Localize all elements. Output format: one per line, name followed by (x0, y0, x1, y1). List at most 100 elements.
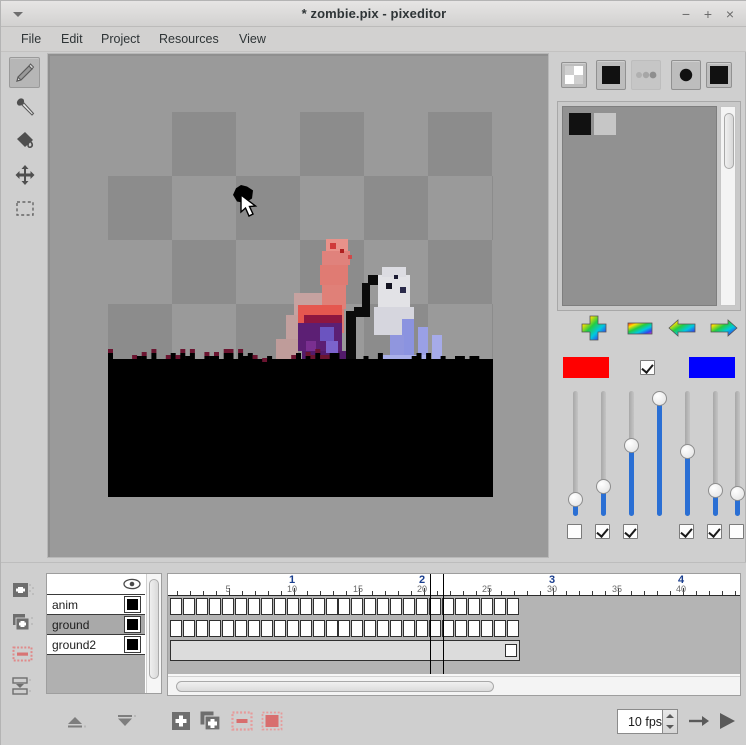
timeline-frame-cell[interactable] (377, 620, 389, 637)
timeline-frame-cell[interactable] (481, 598, 493, 615)
timeline-frame-cell[interactable] (222, 598, 234, 615)
timeline-frame-cell[interactable] (196, 598, 208, 615)
mixer-slider-7-checkbox[interactable] (729, 524, 744, 539)
layer-row-anim[interactable]: anim (47, 595, 145, 615)
foreground-color-button[interactable] (596, 60, 626, 90)
layer-row-ground[interactable]: ground (47, 615, 145, 635)
layer-color-swatch[interactable] (124, 636, 141, 653)
timeline-row-ground[interactable] (170, 618, 520, 639)
timeline-frame-cell[interactable] (364, 620, 376, 637)
timeline-frame-cell[interactable] (455, 598, 467, 615)
layer-list-scrollbar[interactable] (146, 574, 161, 693)
timeline-ruler[interactable]: 5 10 15 20 25 30 35 40 1 2 3 4 (168, 574, 740, 596)
timeline-frame-cell[interactable] (468, 598, 480, 615)
select-tool[interactable] (9, 193, 40, 224)
slider-handle[interactable] (708, 483, 723, 498)
timeline-frame-cell[interactable] (338, 598, 350, 615)
mixer-slider-6-checkbox[interactable] (707, 524, 722, 539)
add-layer-button[interactable] (11, 579, 37, 601)
timeline-frame-cell[interactable] (261, 598, 273, 615)
timeline-frame-cell[interactable] (300, 598, 312, 615)
timeline-frame-cell[interactable] (183, 598, 195, 615)
edit-color-button[interactable] (619, 313, 661, 343)
timeline-frame-cell[interactable] (494, 598, 506, 615)
timeline-frame-cell[interactable] (300, 620, 312, 637)
remove-frame-button[interactable] (228, 707, 256, 735)
add-frame-button[interactable] (167, 707, 195, 735)
mixer-slider-2-checkbox[interactable] (595, 524, 610, 539)
timeline-frame-cell[interactable] (170, 620, 182, 637)
menu-resources[interactable]: Resources (151, 27, 227, 52)
timeline-frame-cell[interactable] (416, 598, 428, 615)
timeline-panel[interactable]: 5 10 15 20 25 30 35 40 1 2 3 4 (167, 573, 741, 696)
mixer-slider-5[interactable] (675, 391, 699, 516)
timeline-frame-cell[interactable] (248, 598, 260, 615)
timeline-frame-cell[interactable] (209, 620, 221, 637)
timeline-frame-cell[interactable] (170, 598, 182, 615)
stepper-up-icon[interactable] (666, 713, 674, 718)
timeline-frame-cell[interactable] (261, 620, 273, 637)
maximize-button[interactable]: + (699, 5, 717, 23)
menu-file[interactable]: File (13, 27, 49, 52)
timeline-tracks[interactable] (168, 596, 740, 674)
menu-project[interactable]: Project (93, 27, 148, 52)
gradient-end-swatch[interactable] (689, 357, 735, 378)
eye-visibility-icon[interactable] (123, 578, 141, 590)
gradient-link-checkbox[interactable] (640, 360, 655, 375)
mixer-slider-3[interactable] (619, 391, 643, 516)
pencil-tool[interactable] (9, 57, 40, 88)
timeline-frame-cell[interactable] (287, 620, 299, 637)
mixer-slider-2[interactable] (591, 391, 615, 516)
palette-swatch-black[interactable] (569, 113, 591, 135)
menu-edit[interactable]: Edit (53, 27, 91, 52)
mixer-slider-1-checkbox[interactable] (567, 524, 582, 539)
duplicate-layer-button[interactable] (11, 611, 37, 633)
timeline-frame-cell[interactable] (507, 598, 519, 615)
slider-handle[interactable] (624, 438, 639, 453)
timeline-track-end-handle[interactable] (505, 644, 517, 657)
timeline-playhead[interactable] (443, 574, 444, 674)
minimize-button[interactable]: − (677, 5, 695, 23)
move-color-left-button[interactable] (661, 313, 703, 343)
layer-color-swatch[interactable] (124, 616, 141, 633)
timeline-frame-cell[interactable] (364, 598, 376, 615)
timeline-frame-cell[interactable] (351, 620, 363, 637)
timeline-frame-cell[interactable] (274, 620, 286, 637)
timeline-frame-cell[interactable] (274, 598, 286, 615)
canvas-viewport[interactable] (47, 53, 549, 558)
gradient-start-swatch[interactable] (563, 357, 609, 378)
mixer-slider-1[interactable] (563, 391, 587, 516)
timeline-frame-cell[interactable] (222, 620, 234, 637)
timeline-frame-cell[interactable] (248, 620, 260, 637)
stepper-down-icon[interactable] (666, 725, 674, 730)
timeline-frame-cell[interactable] (351, 598, 363, 615)
slider-handle[interactable] (596, 479, 611, 494)
add-color-button[interactable] (573, 313, 615, 343)
timeline-row-anim[interactable] (170, 596, 520, 617)
timeline-frame-cell[interactable] (196, 620, 208, 637)
move-color-right-button[interactable] (703, 313, 745, 343)
mixer-slider-3-checkbox[interactable] (623, 524, 638, 539)
timeline-frame-cell[interactable] (468, 620, 480, 637)
timeline-frame-cell[interactable] (326, 620, 338, 637)
timeline-frame-cell[interactable] (313, 598, 325, 615)
timeline-track-ground2[interactable] (170, 640, 520, 661)
palette-scrollbar[interactable] (720, 106, 736, 306)
mixer-slider-7[interactable] (725, 391, 746, 516)
timeline-scrollbar-thumb[interactable] (176, 681, 494, 692)
timeline-frame-cell[interactable] (403, 598, 415, 615)
slider-handle[interactable] (730, 486, 745, 501)
move-layer-down-button[interactable] (113, 707, 141, 735)
slider-handle[interactable] (568, 492, 583, 507)
palette-swatch-grid[interactable] (562, 106, 717, 306)
slider-handle[interactable] (680, 444, 695, 459)
timeline-frame-cell[interactable] (313, 620, 325, 637)
timeline-frame-cell[interactable] (209, 598, 221, 615)
square-brush-button[interactable] (706, 62, 732, 88)
timeline-frame-cell[interactable] (494, 620, 506, 637)
timeline-frame-cell[interactable] (183, 620, 195, 637)
mixer-slider-4[interactable] (647, 391, 671, 516)
round-brush-button[interactable] (671, 60, 701, 90)
timeline-frame-cell[interactable] (326, 598, 338, 615)
timeline-frame-cell[interactable] (416, 620, 428, 637)
